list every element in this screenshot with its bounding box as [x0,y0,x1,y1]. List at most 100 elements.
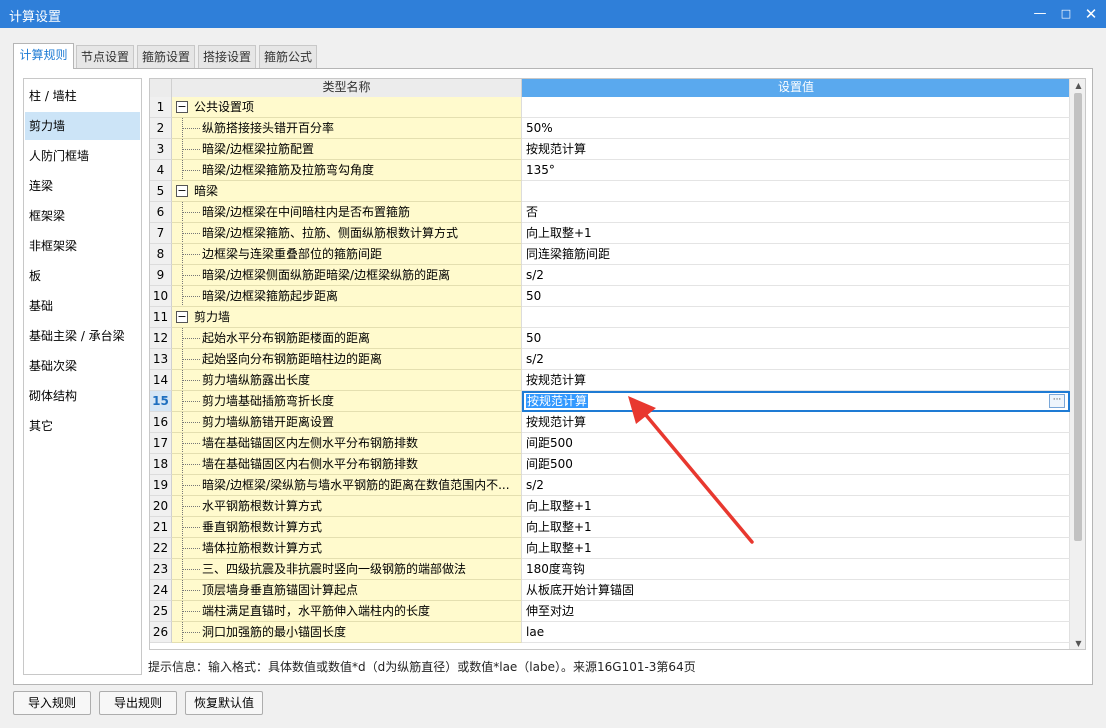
sidebar-item[interactable]: 连梁 [25,172,140,200]
type-name-label: 顶层墙身垂直筋锚固计算起点 [202,583,359,597]
value-cell[interactable]: 向上取整+1 [522,496,1070,517]
row-number: 19 [150,475,172,496]
sidebar-item[interactable]: 其它 [25,412,140,440]
table-row[interactable]: 15 剪力墙基础插筋弯折长度 按规范计算 ··· [150,391,1070,412]
table-row[interactable]: 16 剪力墙纵筋错开距离设置 按规范计算 [150,412,1070,433]
table-row[interactable]: 6 暗梁/边框梁在中间暗柱内是否布置箍筋 否 [150,202,1070,223]
value-text[interactable]: 按规范计算 [526,394,589,408]
value-cell[interactable]: s/2 [522,475,1070,496]
value-cell[interactable]: 180度弯钩 [522,559,1070,580]
value-cell[interactable]: 50 [522,286,1070,307]
value-editor[interactable]: 按规范计算 ··· [522,391,1070,412]
table-row[interactable]: 3 暗梁/边框梁拉筋配置 按规范计算 [150,139,1070,160]
sidebar-item[interactable]: 基础 [25,292,140,320]
close-icon[interactable]: ✕ [1081,5,1101,23]
table-row[interactable]: 22 墙体拉筋根数计算方式 向上取整+1 [150,538,1070,559]
value-text: lae [526,625,545,639]
table-row[interactable]: 2 纵筋搭接接头错开百分率 50% [150,118,1070,139]
sidebar-item[interactable]: 柱 / 墙柱 [25,82,140,110]
import-rules-button[interactable]: 导入规则 [13,691,91,715]
table-row[interactable]: 19 暗梁/边框梁/梁纵筋与墙水平钢筋的距离在数值范围内不... s/2 [150,475,1070,496]
vertical-scrollbar[interactable]: ▲ ▼ [1069,79,1085,649]
tree-line [182,443,200,444]
table-row[interactable]: 10 暗梁/边框梁箍筋起步距离 50 [150,286,1070,307]
sidebar-item[interactable]: 非框架梁 [25,232,140,260]
type-name-cell: 暗梁/边框梁/梁纵筋与墙水平钢筋的距离在数值范围内不... [172,475,522,496]
value-cell[interactable]: 向上取整+1 [522,538,1070,559]
table-row[interactable]: 24 顶层墙身垂直筋锚固计算起点 从板底开始计算锚固 [150,580,1070,601]
value-cell[interactable]: 否 [522,202,1070,223]
sidebar-item[interactable]: 砌体结构 [25,382,140,410]
group-row[interactable]: 1− 公共设置项 [150,97,1070,118]
sidebar-item[interactable]: 人防门框墙 [25,142,140,170]
export-rules-button[interactable]: 导出规则 [99,691,177,715]
value-cell[interactable]: 按规范计算 [522,370,1070,391]
table-row[interactable]: 26 洞口加强筋的最小锚固长度 lae [150,622,1070,643]
tab-lap-settings[interactable]: 搭接设置 [198,45,256,68]
value-cell[interactable]: 50% [522,118,1070,139]
table-row[interactable]: 9 暗梁/边框梁侧面纵筋距暗梁/边框梁纵筋的距离 s/2 [150,265,1070,286]
table-row[interactable]: 7 暗梁/边框梁箍筋、拉筋、侧面纵筋根数计算方式 向上取整+1 [150,223,1070,244]
value-cell[interactable]: 伸至对边 [522,601,1070,622]
collapse-icon[interactable]: − [176,101,188,113]
table-row[interactable]: 8 边框梁与连梁重叠部位的箍筋间距 同连梁箍筋间距 [150,244,1070,265]
scroll-down-icon[interactable]: ▼ [1070,637,1085,649]
tab-node-settings[interactable]: 节点设置 [76,45,134,68]
table-row[interactable]: 12 起始水平分布钢筋距楼面的距离 50 [150,328,1070,349]
value-cell[interactable]: 同连梁箍筋间距 [522,244,1070,265]
sidebar-item[interactable]: 剪力墙 [25,112,140,140]
value-cell[interactable] [522,307,1070,328]
scroll-thumb[interactable] [1074,93,1082,541]
value-cell[interactable]: 向上取整+1 [522,223,1070,244]
column-header-value[interactable]: 设置值 [522,79,1070,97]
value-cell[interactable]: 135° [522,160,1070,181]
table-row[interactable]: 20 水平钢筋根数计算方式 向上取整+1 [150,496,1070,517]
value-cell[interactable]: s/2 [522,265,1070,286]
sidebar-item[interactable]: 板 [25,262,140,290]
sidebar-item[interactable]: 基础次梁 [25,352,140,380]
value-cell[interactable]: 间距500 [522,454,1070,475]
type-name-cell: 顶层墙身垂直筋锚固计算起点 [172,580,522,601]
table-row[interactable]: 23 三、四级抗震及非抗震时竖向一级钢筋的端部做法 180度弯钩 [150,559,1070,580]
table-row[interactable]: 21 垂直钢筋根数计算方式 向上取整+1 [150,517,1070,538]
value-cell[interactable]: 50 [522,328,1070,349]
value-cell[interactable]: 按规范计算 [522,412,1070,433]
collapse-icon[interactable]: − [176,185,188,197]
value-cell[interactable]: 向上取整+1 [522,517,1070,538]
row-number: 24 [150,580,172,601]
table-row[interactable]: 17 墙在基础锚固区内左侧水平分布钢筋排数 间距500 [150,433,1070,454]
table-row[interactable]: 13 起始竖向分布钢筋距暗柱边的距离 s/2 [150,349,1070,370]
tree-line [182,485,200,486]
sidebar-item[interactable]: 基础主梁 / 承台梁 [25,322,140,350]
value-cell[interactable]: lae [522,622,1070,643]
column-header-name[interactable]: 类型名称 [172,79,522,97]
ellipsis-button[interactable]: ··· [1049,394,1065,408]
scroll-up-icon[interactable]: ▲ [1070,79,1085,93]
tab-stirrup-settings[interactable]: 箍筋设置 [137,45,195,68]
value-text: 否 [526,205,539,219]
maximize-icon[interactable]: □ [1056,5,1076,23]
value-cell[interactable]: 按规范计算 [522,139,1070,160]
type-name-label: 暗梁/边框梁/梁纵筋与墙水平钢筋的距离在数值范围内不... [202,478,510,492]
restore-defaults-button[interactable]: 恢复默认值 [185,691,263,715]
table-row[interactable]: 4 暗梁/边框梁箍筋及拉筋弯勾角度 135° [150,160,1070,181]
value-cell[interactable]: 从板底开始计算锚固 [522,580,1070,601]
tab-stirrup-formula[interactable]: 箍筋公式 [259,45,317,68]
row-number: 25 [150,601,172,622]
value-cell[interactable] [522,97,1070,118]
table-row[interactable]: 18 墙在基础锚固区内右侧水平分布钢筋排数 间距500 [150,454,1070,475]
value-cell[interactable] [522,181,1070,202]
minimize-icon[interactable]: — [1030,5,1050,23]
table-row[interactable]: 25 端柱满足直锚时，水平筋伸入端柱内的长度 伸至对边 [150,601,1070,622]
table-row[interactable]: 14 剪力墙纵筋露出长度 按规范计算 [150,370,1070,391]
row-number: 23 [150,559,172,580]
tree-line [182,422,200,423]
value-cell[interactable]: 间距500 [522,433,1070,454]
sidebar-item[interactable]: 框架梁 [25,202,140,230]
value-cell[interactable]: s/2 [522,349,1070,370]
type-name-cell: 剪力墙纵筋错开距离设置 [172,412,522,433]
tab-calc-rules[interactable]: 计算规则 [13,43,74,69]
group-row[interactable]: 11− 剪力墙 [150,307,1070,328]
group-row[interactable]: 5− 暗梁 [150,181,1070,202]
collapse-icon[interactable]: − [176,311,188,323]
